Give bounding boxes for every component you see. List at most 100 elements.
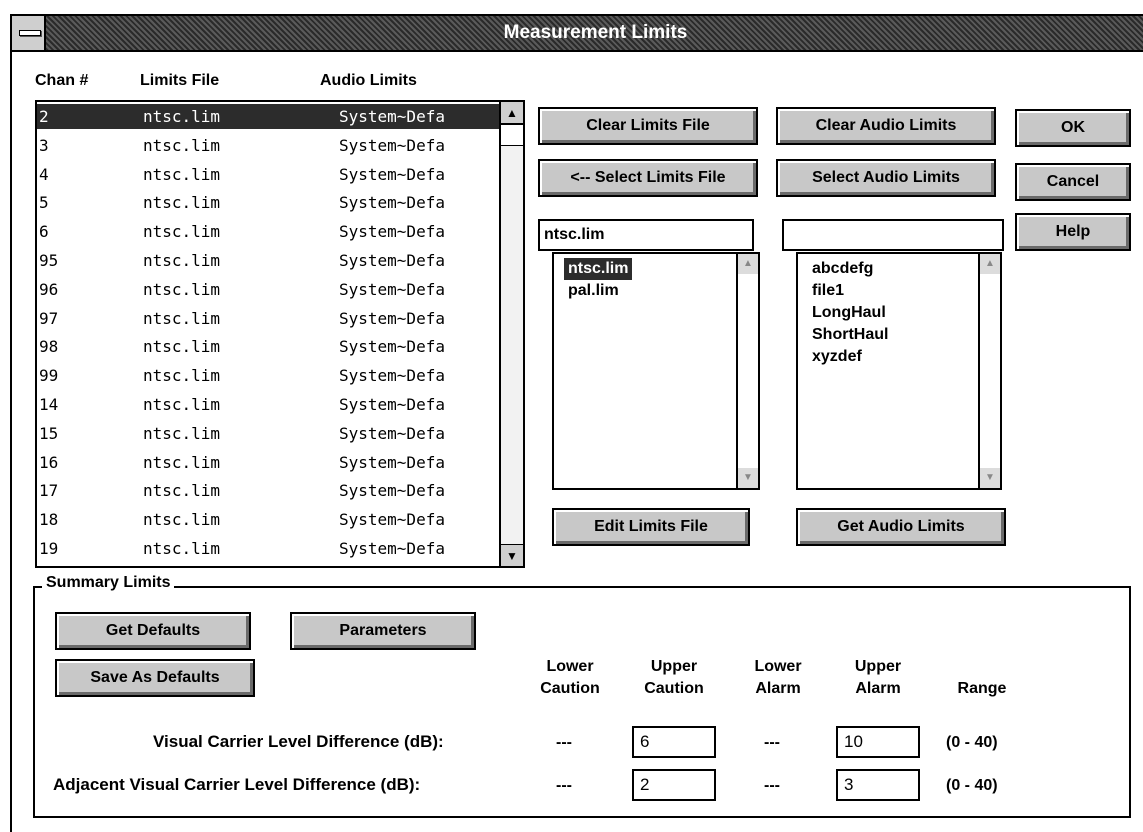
limits-file-input[interactable]: ntsc.lim	[538, 219, 754, 251]
channel-row[interactable]: 17 ntsc.lim System~Defa	[37, 478, 499, 503]
channel-row[interactable]: 96 ntsc.lim System~Defa	[37, 277, 499, 302]
channel-number: 4	[39, 164, 49, 184]
channel-audio-limits: System~Defa	[339, 164, 445, 184]
channel-row[interactable]: 6 ntsc.lim System~Defa	[37, 219, 499, 244]
channel-number: 2	[39, 107, 49, 126]
visual-lower-alarm-value: ---	[764, 734, 780, 751]
select-limits-file-button[interactable]: <-- Select Limits File	[538, 159, 758, 197]
channel-number: 18	[39, 510, 59, 530]
select-audio-limits-button[interactable]: Select Audio Limits	[776, 159, 996, 197]
summary-limits-label: Summary Limits	[42, 574, 175, 592]
channel-row[interactable]: 3 ntsc.lim System~Defa	[37, 133, 499, 158]
title-bar[interactable]: Measurement Limits	[12, 16, 1143, 52]
channel-row[interactable]: 18 ntsc.lim System~Defa	[37, 507, 499, 532]
adjacent-visual-carrier-level-label: Adjacent Visual Carrier Level Difference…	[53, 775, 421, 794]
channel-audio-limits: System~Defa	[339, 452, 445, 472]
channel-limits-file: ntsc.lim	[143, 452, 221, 472]
channel-number: 5	[39, 193, 49, 213]
channel-number: 96	[39, 279, 59, 299]
channel-number: 6	[39, 222, 49, 242]
get-audio-limits-button[interactable]: Get Audio Limits	[796, 508, 1006, 546]
visual-carrier-level-label: Visual Carrier Level Difference (dB):	[153, 732, 444, 751]
range-header: Range	[957, 680, 1007, 697]
limits-file-list-scrollbar[interactable]: ▲ ▼	[736, 254, 758, 488]
channel-row[interactable]: 95 ntsc.lim System~Defa	[37, 248, 499, 273]
list-item[interactable]: pal.lim	[564, 280, 623, 302]
channel-list[interactable]: 2 ntsc.lim System~Defa 3 ntsc.lim System~Defa…	[35, 100, 525, 568]
channel-row[interactable]: 4 ntsc.lim System~Defa	[37, 162, 499, 187]
channel-audio-limits: System~Defa	[339, 481, 445, 501]
scroll-down-arrow-icon[interactable]: ▼	[980, 468, 1000, 488]
scroll-down-arrow-icon[interactable]: ▼	[501, 544, 523, 566]
list-item[interactable]: ShortHaul	[808, 324, 892, 346]
adjacent-upper-caution-input[interactable]: 2	[632, 769, 716, 801]
channel-row[interactable]: 5 ntsc.lim System~Defa	[37, 190, 499, 215]
channel-number: 19	[39, 539, 59, 558]
adjacent-range-value: (0 - 40)	[946, 777, 998, 794]
channel-limits-file: ntsc.lim	[143, 423, 221, 443]
scroll-up-arrow-icon[interactable]: ▲	[980, 254, 1000, 274]
channel-number: 98	[39, 337, 59, 357]
channel-audio-limits: System~Defa	[339, 222, 445, 242]
clear-limits-file-button[interactable]: Clear Limits File	[538, 107, 758, 145]
list-item[interactable]: abcdefg	[808, 258, 877, 280]
channel-row[interactable]: 16 ntsc.lim System~Defa	[37, 450, 499, 475]
channel-limits-file: ntsc.lim	[143, 395, 221, 414]
channel-row[interactable]: 98 ntsc.lim System~Defa	[37, 334, 499, 359]
audio-limits-input[interactable]	[782, 219, 1004, 251]
channel-limits-file: ntsc.lim	[143, 107, 221, 126]
list-item[interactable]: ntsc.lim	[564, 258, 633, 280]
visual-upper-caution-input[interactable]: 6	[632, 726, 716, 758]
clear-audio-limits-button[interactable]: Clear Audio Limits	[776, 107, 996, 145]
parameters-button[interactable]: Parameters	[290, 612, 476, 650]
channel-limits-file: ntsc.lim	[143, 366, 221, 386]
channel-limits-file: ntsc.lim	[143, 539, 221, 558]
channel-row[interactable]: 2 ntsc.lim System~Defa	[37, 104, 499, 129]
channel-audio-limits: System~Defa	[339, 107, 445, 126]
help-button[interactable]: Help	[1015, 213, 1131, 251]
scroll-down-arrow-icon[interactable]: ▼	[738, 468, 758, 488]
channel-row[interactable]: 14 ntsc.lim System~Defa	[37, 392, 499, 417]
get-defaults-button[interactable]: Get Defaults	[55, 612, 251, 650]
ok-button[interactable]: OK	[1015, 109, 1131, 147]
visual-upper-alarm-input[interactable]: 10	[836, 726, 920, 758]
scroll-thumb[interactable]	[501, 124, 523, 146]
channel-limits-file: ntsc.lim	[143, 251, 221, 270]
channel-audio-limits: System~Defa	[339, 308, 445, 328]
channel-audio-limits: System~Defa	[339, 510, 445, 530]
adjacent-lower-alarm-value: ---	[764, 777, 780, 794]
channel-number: 17	[39, 481, 59, 501]
limits-file-column-header: Limits File	[140, 72, 220, 89]
channel-audio-limits: System~Defa	[339, 337, 445, 357]
save-as-defaults-button[interactable]: Save As Defaults	[55, 659, 255, 697]
adjacent-upper-alarm-input[interactable]: 3	[836, 769, 920, 801]
channel-audio-limits: System~Defa	[339, 366, 445, 386]
channel-audio-limits: System~Defa	[339, 251, 445, 270]
system-menu-icon	[19, 30, 41, 36]
system-menu-button[interactable]	[12, 16, 46, 50]
chan-column-header: Chan #	[35, 72, 89, 89]
channel-list-scrollbar[interactable]: ▲ ▼	[499, 102, 523, 566]
channel-row[interactable]: 19 ntsc.lim System~Defa	[37, 536, 499, 561]
audio-limits-list[interactable]: ▲ ▼ abcdefg file1 LongHaul ShortHaul xyzdef	[796, 252, 1002, 490]
audio-limits-list-scrollbar[interactable]: ▲ ▼	[978, 254, 1000, 488]
channel-audio-limits: System~Defa	[339, 135, 445, 155]
visual-range-value: (0 - 40)	[946, 734, 998, 751]
channel-number: 14	[39, 395, 59, 414]
list-item[interactable]: xyzdef	[808, 346, 866, 368]
list-item[interactable]: LongHaul	[808, 302, 890, 324]
edit-limits-file-button[interactable]: Edit Limits File	[552, 508, 750, 546]
list-item[interactable]: file1	[808, 280, 848, 302]
scroll-up-arrow-icon[interactable]: ▲	[738, 254, 758, 274]
channel-row[interactable]: 15 ntsc.lim System~Defa	[37, 421, 499, 446]
scroll-up-arrow-icon[interactable]: ▲	[501, 102, 523, 124]
channel-number: 15	[39, 423, 59, 443]
channel-row[interactable]: 99 ntsc.lim System~Defa	[37, 363, 499, 388]
channel-row[interactable]: 97 ntsc.lim System~Defa	[37, 306, 499, 331]
window-title: Measurement Limits	[503, 22, 688, 43]
channel-limits-file: ntsc.lim	[143, 135, 221, 155]
limits-file-list[interactable]: ▲ ▼ ntsc.lim pal.lim	[552, 252, 760, 490]
measurement-limits-dialog: Measurement Limits Chan # Limits File Au…	[10, 14, 1143, 832]
channel-limits-file: ntsc.lim	[143, 337, 221, 357]
cancel-button[interactable]: Cancel	[1015, 163, 1131, 201]
